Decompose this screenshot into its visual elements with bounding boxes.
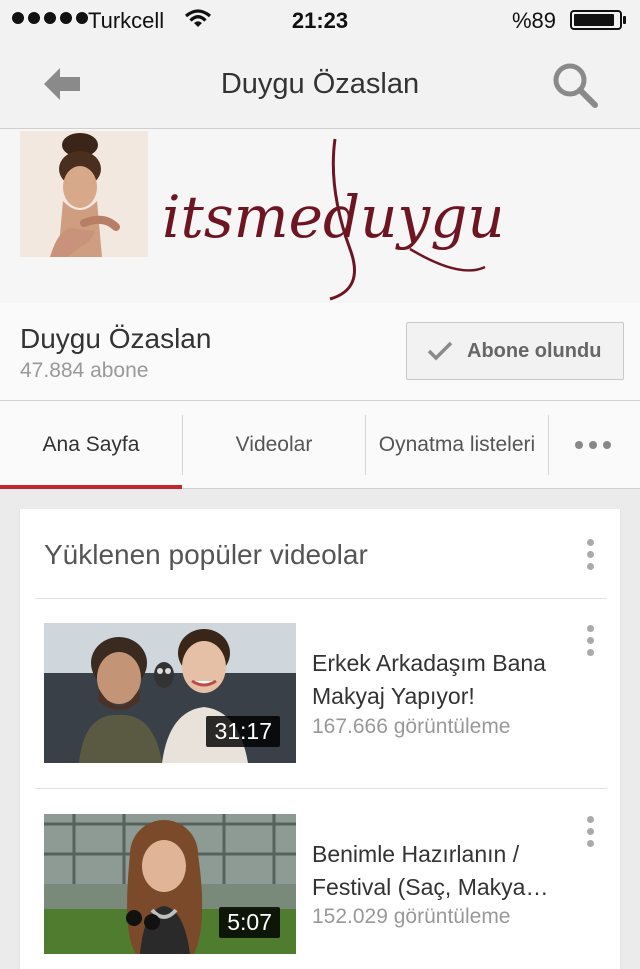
page-title: Duygu Özaslan — [220, 68, 420, 100]
subscribed-label: Abone olundu — [467, 340, 602, 362]
channel-tabs: Ana Sayfa Videolar Oynatma listeleri — [0, 401, 640, 489]
subscriber-count: 47.884 abone — [20, 359, 149, 382]
tab-playlists[interactable]: Oynatma listeleri — [366, 401, 548, 488]
channel-logo: itsmeduygu — [162, 138, 500, 301]
video-duration: 31:17 — [206, 716, 280, 747]
subscribed-button[interactable]: Abone olundu — [406, 322, 624, 380]
video-views: 152.029 görüntüleme — [312, 905, 511, 928]
divider — [35, 598, 607, 599]
video-views: 167.666 görüntüleme — [312, 715, 511, 738]
section-title: Yüklenen popüler videolar — [44, 539, 368, 570]
tab-videos[interactable]: Videolar — [183, 401, 365, 488]
channel-avatar — [20, 131, 148, 257]
channel-header: Duygu Özaslan 47.884 abone Abone olundu — [0, 303, 640, 401]
svg-text:itsmeduygu: itsmeduygu — [162, 183, 500, 251]
video-thumbnail[interactable]: 5:07 — [44, 814, 296, 954]
battery-icon — [570, 10, 626, 30]
section-menu-icon[interactable] — [587, 539, 597, 570]
video-duration: 5:07 — [219, 907, 280, 938]
status-bar: Turkcell 21:23 %89 — [0, 0, 640, 40]
active-tab-indicator — [0, 485, 182, 489]
search-icon[interactable] — [550, 60, 600, 110]
video-thumbnail[interactable]: 31:17 — [44, 623, 296, 763]
video-menu-icon[interactable] — [587, 816, 597, 847]
channel-name: Duygu Özaslan — [20, 323, 212, 354]
tab-home[interactable]: Ana Sayfa — [0, 401, 182, 488]
video-title[interactable]: Erkek Arkadaşım Bana Makyaj Yapıyor! — [312, 647, 582, 713]
video-menu-icon[interactable] — [587, 625, 597, 656]
video-title[interactable]: Benimle Hazırlanın / Festival (Saç, Maky… — [312, 838, 582, 904]
channel-banner: itsmeduygu — [0, 129, 640, 303]
battery-percentage: %89 — [511, 8, 556, 33]
checkmark-icon — [427, 341, 453, 361]
divider — [35, 788, 607, 789]
tab-divider — [548, 415, 549, 475]
more-tabs-icon[interactable] — [575, 441, 611, 449]
popular-uploads-card: Yüklenen popüler videolar 31:17 Erkek Ar… — [20, 509, 620, 969]
navigation-bar: Duygu Özaslan — [0, 40, 640, 129]
